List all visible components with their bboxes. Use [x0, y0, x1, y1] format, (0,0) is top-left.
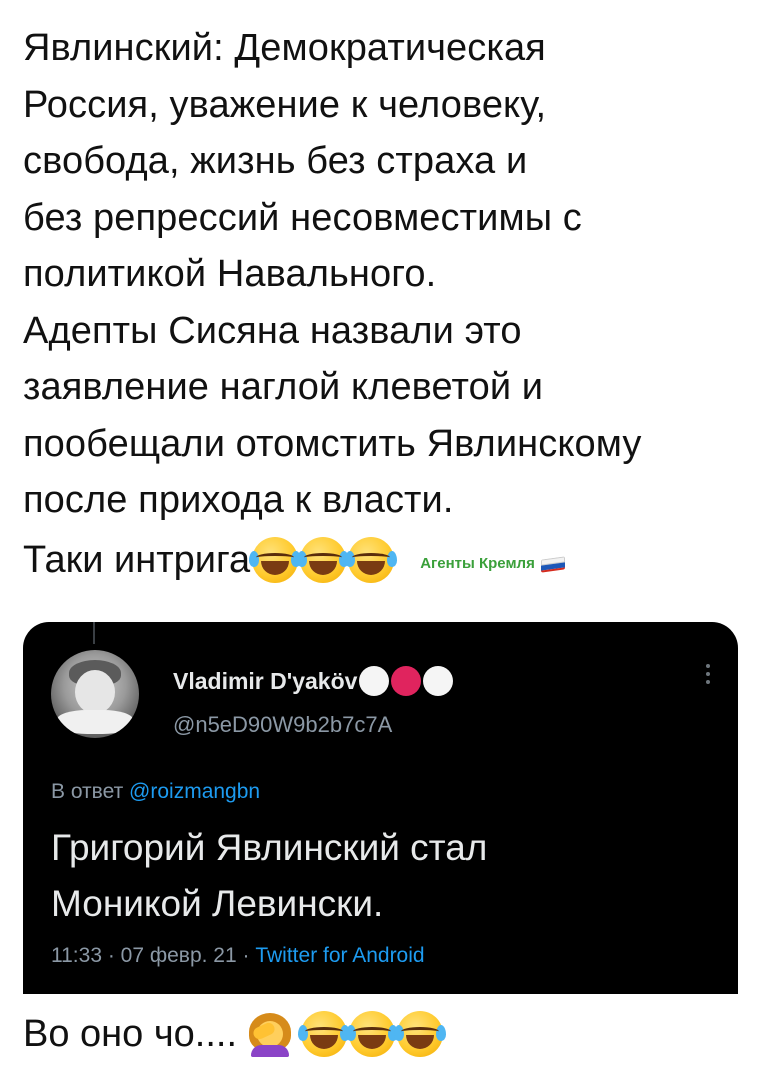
reply-mention-link[interactable]: @roizmangbn — [129, 780, 260, 803]
post-line: пообещали отомстить Явлинскому — [23, 422, 642, 465]
more-options-icon[interactable] — [704, 664, 712, 684]
post-line: после прихода к власти. — [23, 479, 454, 521]
post-line: Явлинский: Демократическая — [23, 27, 546, 69]
post-line: свобода, жизнь без страха и — [23, 140, 528, 182]
embedded-tweet[interactable]: Vladimir D'yaköv @n5eD90W9b2b7c7A В отве… — [23, 622, 738, 994]
tweet-body: Григорий Явлинский стал Моникой Левински… — [51, 820, 721, 932]
face-with-tears-of-joy-icon — [394, 1011, 447, 1057]
author-name-text: Vladimir D'yaköv — [173, 667, 358, 694]
reply-context: В ответ @roizmangbn — [51, 780, 260, 804]
tweet-author-handle[interactable]: @n5eD90W9b2b7c7A — [173, 712, 392, 738]
post-line: Россия, уважение к человеку, — [23, 83, 547, 126]
channel-label[interactable]: Агенты Кремля — [420, 555, 535, 572]
post-line: политикой Навального. — [23, 253, 437, 295]
footer-caption: Во оно чо.... — [23, 1004, 447, 1064]
tagline-text: Таки интрига — [23, 538, 251, 581]
red-circle-icon — [391, 666, 422, 696]
footer-text: Во оно чо.... — [23, 1012, 238, 1055]
white-circle-icon — [423, 666, 454, 696]
tweet-body-line: Моникой Левински. — [51, 883, 384, 924]
tweet-meta: 11:33 · 07 февр. 21 · Twitter for Androi… — [51, 944, 425, 968]
face-with-tears-of-joy-icon — [345, 537, 398, 583]
tweet-source-link[interactable]: Twitter for Android — [255, 944, 424, 967]
face-with-tears-of-joy-icon — [298, 1011, 351, 1057]
post-line: заявление наглой клеветой и — [23, 366, 544, 408]
reply-prefix: В ответ — [51, 780, 124, 803]
face-with-tears-of-joy-icon — [346, 1011, 399, 1057]
thread-line — [93, 622, 95, 644]
post-line: Адепты Сисяна назвали это — [23, 309, 522, 352]
face-with-tears-of-joy-icon — [297, 537, 350, 583]
tweet-timestamp: 11:33 · 07 февр. 21 · — [51, 944, 250, 967]
russia-flag-icon — [540, 555, 565, 573]
tweet-author-name[interactable]: Vladimir D'yaköv — [173, 666, 454, 696]
post-line: без репрессий несовместимы с — [23, 196, 582, 239]
face-with-tears-of-joy-icon — [249, 537, 302, 583]
tweet-body-line: Григорий Явлинский стал — [51, 827, 488, 868]
white-circle-icon — [359, 666, 390, 696]
post-text: Явлинский: Демократическая Россия, уваже… — [23, 20, 743, 529]
tagline: Таки интрига Агенты Кремля — [23, 530, 565, 590]
woman-facepalming-icon — [247, 1011, 293, 1057]
avatar[interactable] — [51, 650, 139, 738]
